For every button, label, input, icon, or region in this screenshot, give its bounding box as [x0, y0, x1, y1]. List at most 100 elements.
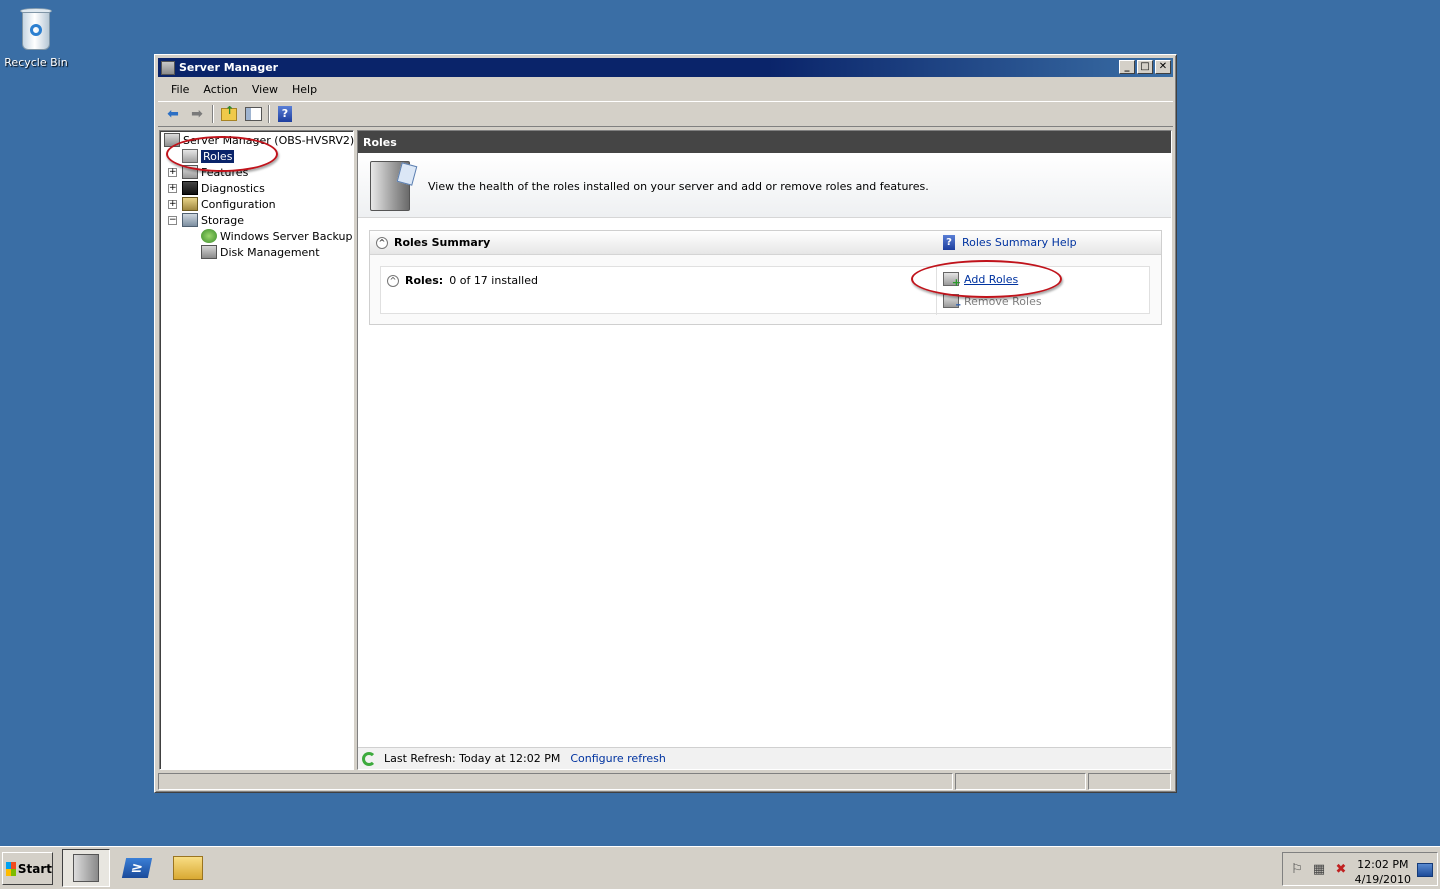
start-button[interactable]: Start [2, 852, 53, 885]
tree-item-label: Features [201, 165, 249, 179]
roles-server-icon [370, 161, 410, 211]
title-bar[interactable]: Server Manager _ □ ✕ [158, 58, 1173, 77]
collapse-storage-toggle[interactable]: − [168, 216, 177, 225]
recycle-bin-label: Recycle Bin [4, 56, 68, 69]
remove-roles-task[interactable]: Remove Roles [943, 291, 1151, 311]
storage-icon [182, 213, 198, 227]
show-hide-tree-icon [244, 107, 262, 121]
expand-diagnostics-toggle[interactable]: + [168, 184, 177, 193]
menu-help[interactable]: Help [285, 81, 324, 98]
roles-tasks: Add Roles Remove Roles [936, 267, 1151, 315]
diagnostics-icon [182, 181, 198, 195]
tree-item-label: Diagnostics [201, 181, 265, 195]
toolbar-separator [212, 105, 214, 123]
tree-item-label: Storage [201, 213, 245, 227]
roles-summary-help-link[interactable]: Roles Summary Help [962, 236, 1077, 249]
features-icon [182, 165, 198, 179]
menu-view[interactable]: View [245, 81, 285, 98]
add-roles-icon [943, 272, 961, 289]
clock-time: 12:02 PM [1357, 858, 1409, 871]
menu-action[interactable]: Action [196, 81, 244, 98]
remove-roles-link[interactable]: Remove Roles [964, 295, 1042, 308]
console-tree: Server Manager (OBS-HVSRV2) Roles + Feat… [159, 130, 354, 770]
status-panel [158, 773, 953, 790]
collapse-chevron-icon[interactable]: ^ [387, 274, 399, 287]
tree-item-disk-management[interactable]: Disk Management [201, 244, 320, 260]
window-title: Server Manager [179, 61, 279, 74]
tree-item-server-manager[interactable]: Server Manager (OBS-HVSRV2) [164, 132, 354, 148]
taskbar-server-manager[interactable] [62, 849, 110, 887]
notification-area: ⚐ ▦ ✖ 12:02 PM 4/19/2010 [1282, 852, 1438, 886]
tree-item-storage[interactable]: Storage [182, 212, 244, 228]
maximize-button[interactable]: □ [1137, 60, 1153, 74]
forward-arrow-icon[interactable]: ➡ [186, 104, 208, 124]
server-manager-app-icon [161, 60, 175, 75]
back-arrow-icon[interactable]: ⬅ [162, 104, 184, 124]
server-icon [164, 133, 180, 147]
roles-summary-title: Roles Summary [394, 236, 491, 249]
clock[interactable]: 12:02 PM 4/19/2010 [1355, 857, 1411, 887]
show-hide-tree-button[interactable] [242, 104, 264, 124]
windows-logo-icon [6, 861, 16, 876]
expand-configuration-toggle[interactable]: + [168, 200, 177, 209]
tree-item-label: Server Manager (OBS-HVSRV2) [183, 133, 355, 147]
menu-bar: File Action View Help [158, 79, 1173, 99]
taskbar-explorer[interactable] [164, 849, 212, 887]
intro-banner: View the health of the roles installed o… [358, 155, 1171, 218]
toolbar: ⬅ ➡ ? [158, 101, 1173, 127]
status-panel [1088, 773, 1171, 790]
powershell-icon: ≥ [121, 858, 153, 878]
close-button[interactable]: ✕ [1155, 60, 1171, 74]
server-manager-window: Server Manager _ □ ✕ File Action View He… [154, 54, 1177, 793]
roles-summary-help[interactable]: ? Roles Summary Help [943, 235, 1077, 250]
configuration-icon [182, 197, 198, 211]
details-pane: Roles View the health of the roles insta… [357, 130, 1172, 770]
roles-installed-count: 0 of 17 installed [449, 274, 538, 287]
folder-icon [173, 856, 203, 880]
up-folder-button[interactable] [218, 104, 240, 124]
roles-summary-section: ^ Roles Summary ? Roles Summary Help ^ R… [369, 230, 1162, 325]
collapse-chevron-icon[interactable]: ^ [376, 236, 388, 249]
help-icon: ? [943, 235, 955, 250]
roles-label: Roles: [405, 274, 444, 287]
disk-icon [201, 245, 217, 259]
flag-icon[interactable]: ⚐ [1289, 863, 1305, 877]
roles-subsection: ^ Roles: 0 of 17 installed Add Roles Rem… [380, 266, 1151, 315]
taskbar-powershell[interactable]: ≥ [113, 849, 161, 887]
recycle-bin-shortcut[interactable]: Recycle Bin [4, 6, 68, 69]
refresh-footer: Last Refresh: Today at 12:02 PM Configur… [358, 747, 1171, 769]
server-manager-icon [73, 854, 99, 882]
tree-item-label: Disk Management [220, 245, 320, 259]
toolbar-separator [268, 105, 270, 123]
up-folder-icon [221, 104, 237, 121]
show-desktop-icon[interactable] [1417, 863, 1433, 877]
add-roles-link[interactable]: Add Roles [964, 273, 1018, 286]
volume-muted-icon[interactable]: ✖ [1333, 863, 1349, 877]
roles-icon [182, 149, 198, 163]
status-bar [158, 773, 1173, 790]
add-roles-task[interactable]: Add Roles [943, 269, 1151, 289]
start-label: Start [17, 861, 52, 876]
configure-refresh-link[interactable]: Configure refresh [570, 752, 665, 765]
intro-text: View the health of the roles installed o… [428, 179, 929, 193]
menu-file[interactable]: File [164, 81, 196, 98]
tree-item-roles[interactable]: Roles [182, 148, 235, 164]
help-icon: ? [278, 106, 292, 122]
expand-features-toggle[interactable]: + [168, 168, 177, 177]
remove-roles-icon [943, 294, 961, 311]
tree-item-features[interactable]: Features [182, 164, 248, 180]
roles-summary-header[interactable]: ^ Roles Summary ? Roles Summary Help [370, 231, 1161, 255]
minimize-button[interactable]: _ [1119, 60, 1135, 74]
last-refresh-text: Last Refresh: Today at 12:02 PM [384, 752, 561, 765]
refresh-icon [362, 751, 376, 766]
clock-date: 4/19/2010 [1354, 873, 1411, 886]
tree-item-label: Roles [201, 149, 235, 163]
tree-item-diagnostics[interactable]: Diagnostics [182, 180, 265, 196]
network-icon[interactable]: ▦ [1311, 863, 1327, 877]
help-button[interactable]: ? [274, 104, 296, 124]
taskbar: Start ≥ ⚐ ▦ ✖ 12:02 PM 4/19/2010 [0, 846, 1440, 889]
recycle-bin-icon [18, 6, 54, 52]
tree-item-windows-server-backup[interactable]: Windows Server Backup [201, 228, 353, 244]
tree-item-configuration[interactable]: Configuration [182, 196, 276, 212]
backup-icon [201, 229, 217, 243]
